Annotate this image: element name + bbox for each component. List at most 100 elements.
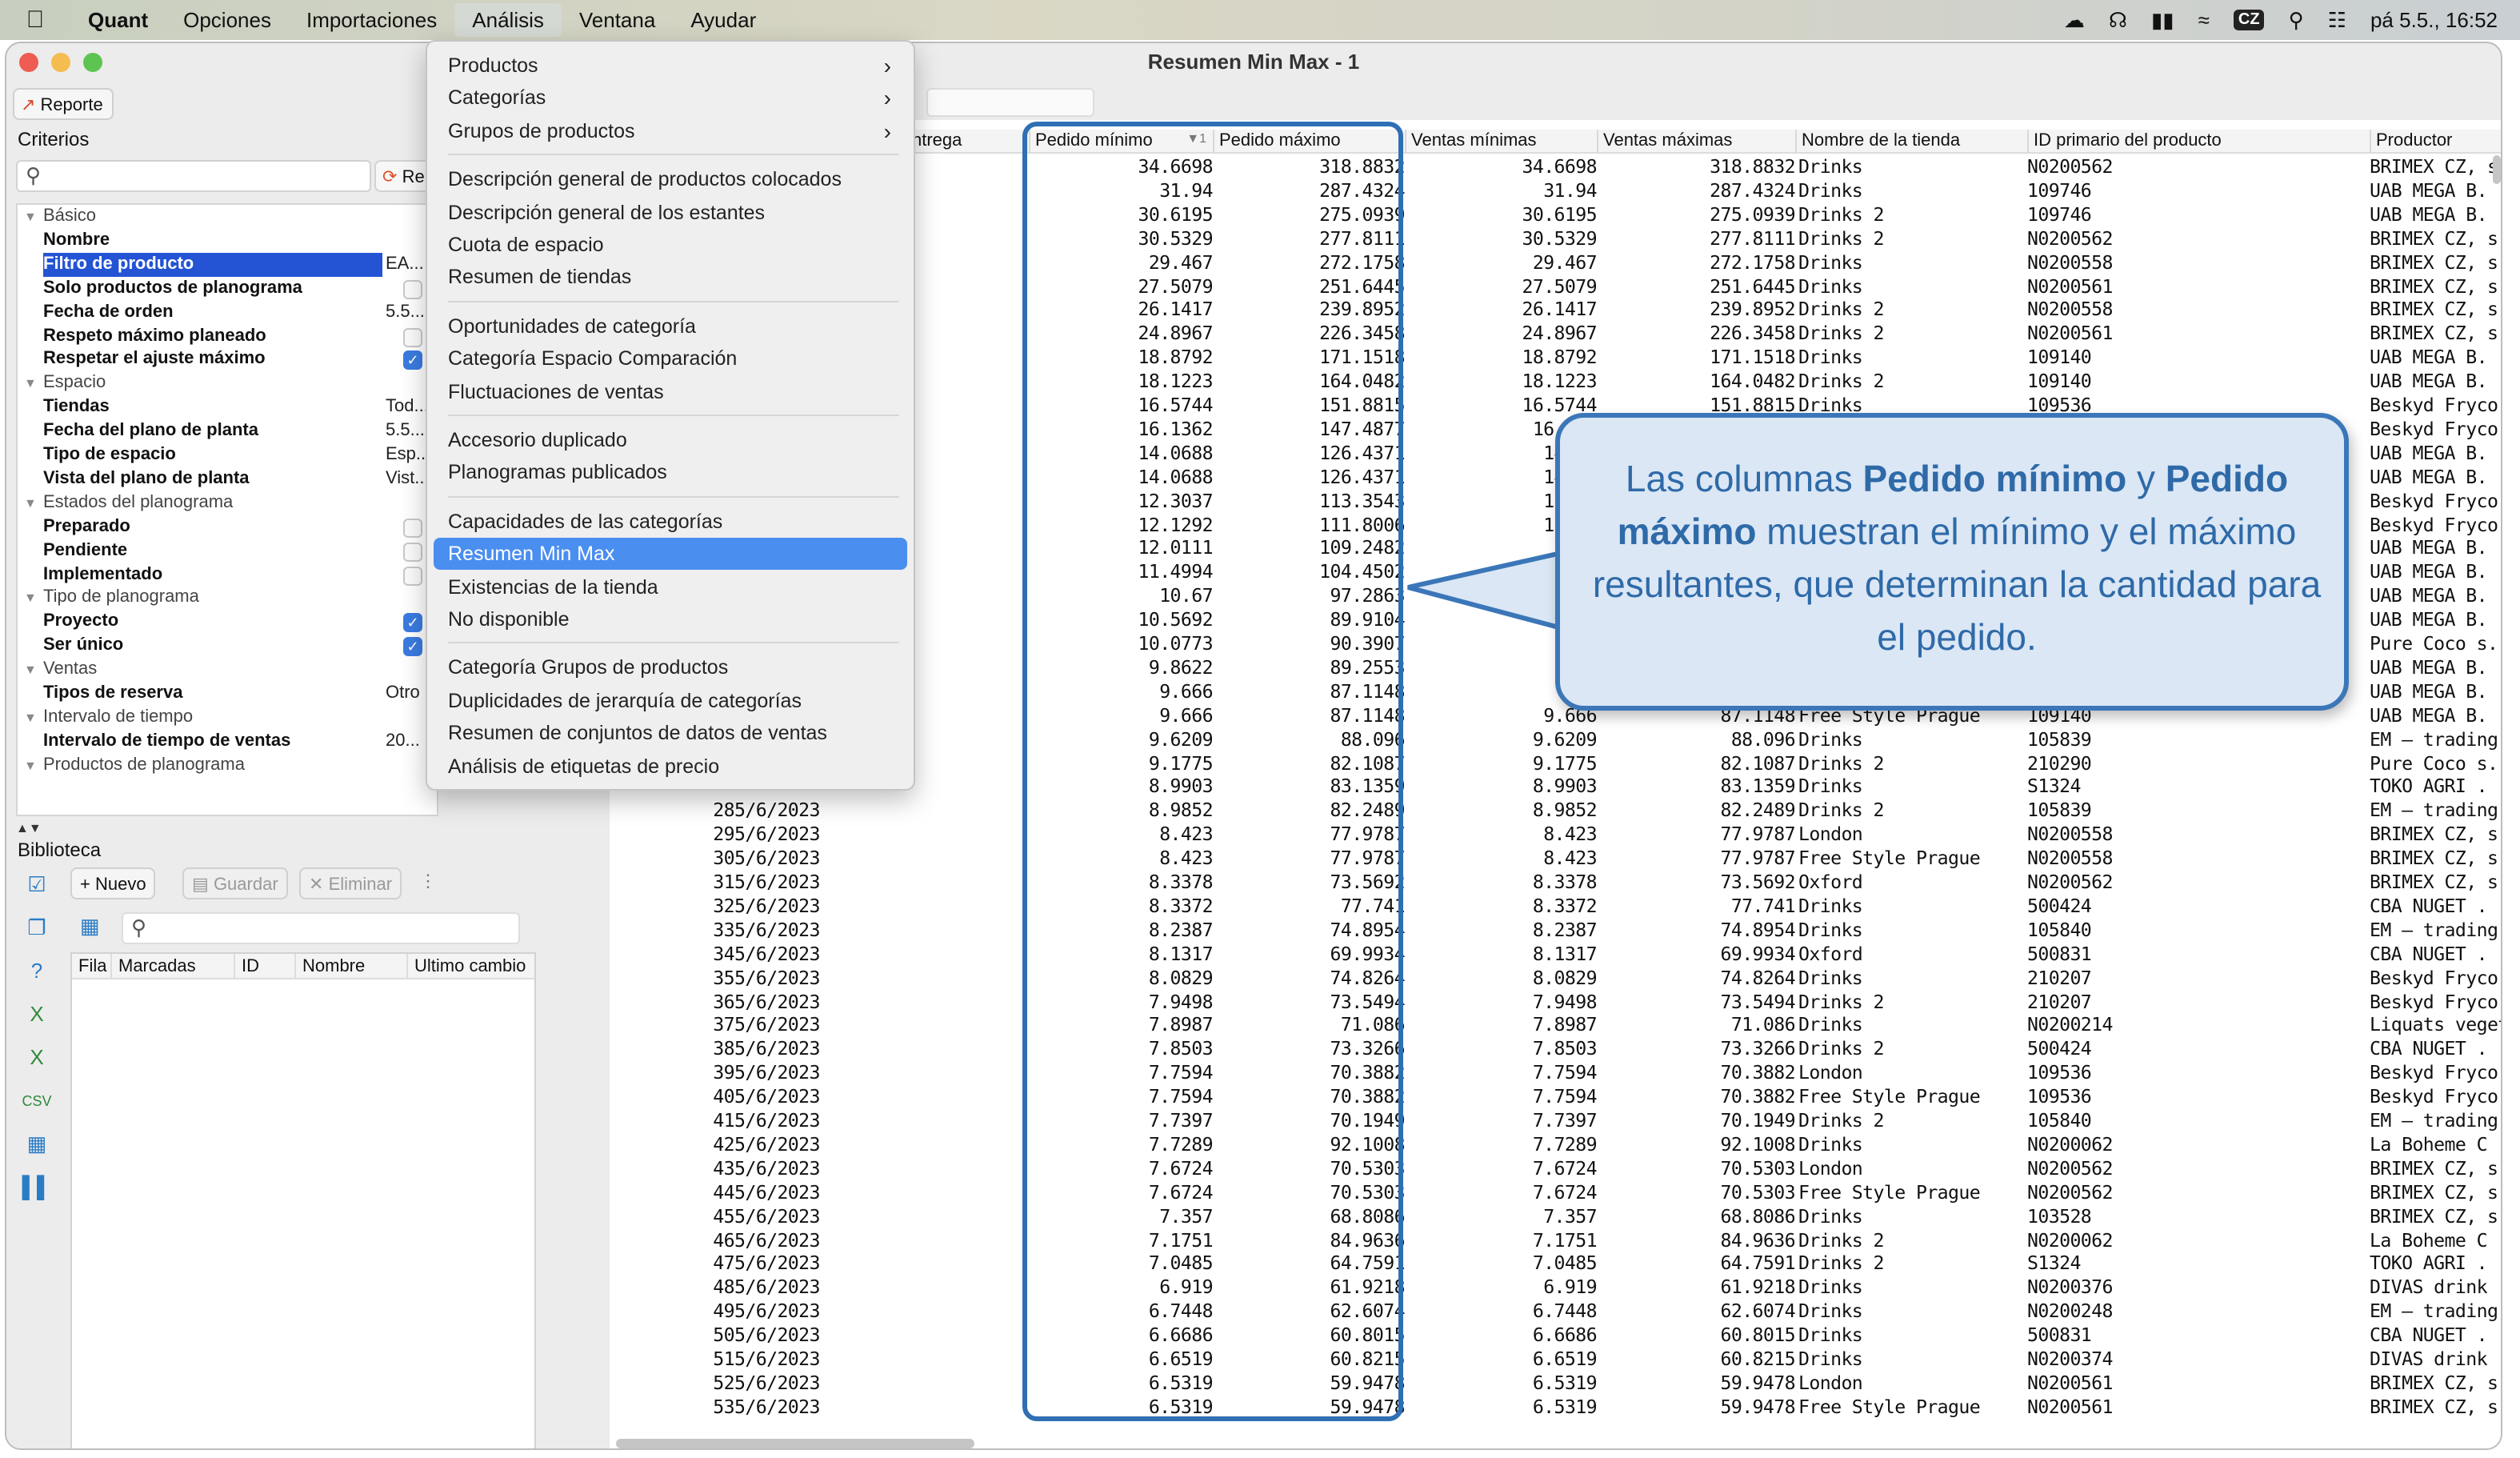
menu-item[interactable]: Descripción general de los estantes bbox=[434, 196, 907, 228]
control-center-icon[interactable]: ☷ bbox=[2328, 7, 2346, 33]
table-row[interactable]: 31 5/6/2023 8.3378 73.5692 8.3378 73.5692 Oxfo… bbox=[610, 871, 2501, 895]
checklist-icon[interactable]: ☑ bbox=[21, 869, 53, 901]
menu-item[interactable]: Duplicidades de jerarquía de categorías bbox=[434, 685, 907, 717]
criteria-group[interactable]: ▼ Productos de planograma bbox=[18, 753, 437, 777]
minimize-window-button[interactable] bbox=[51, 53, 70, 72]
menu-item[interactable]: Oportunidades de categoría bbox=[434, 310, 907, 342]
disclosure-chevron-icon[interactable]: ▼ bbox=[24, 372, 37, 396]
copy-icon[interactable]: ❐ bbox=[21, 912, 53, 944]
criteria-item[interactable]: Fecha del plano de planta 5.5.... bbox=[18, 419, 437, 443]
column-header[interactable]: ID primario del producto bbox=[2027, 130, 2370, 154]
column-header[interactable]: Nombre de la tienda bbox=[1795, 130, 2027, 154]
cloud-icon[interactable]: ☁ bbox=[2064, 7, 2085, 33]
new-button[interactable]: + Nuevo bbox=[70, 867, 156, 899]
menu-ayudar[interactable]: Ayudar bbox=[673, 0, 774, 40]
criteria-item[interactable]: Respetar el ajuste máximo ✓ bbox=[18, 348, 437, 372]
criteria-checkbox[interactable]: ✓ bbox=[403, 637, 422, 657]
library-col-fila[interactable]: Fila bbox=[72, 954, 106, 979]
library-col-id[interactable]: ID bbox=[234, 954, 259, 979]
table-row[interactable]: 48 5/6/2023 6.919 61.9218 6.919 61.9218 Drinks… bbox=[610, 1276, 2501, 1300]
zoom-window-button[interactable] bbox=[83, 53, 102, 72]
column-header[interactable]: Productor bbox=[2370, 130, 2501, 154]
menu-item[interactable]: Resumen de conjuntos de datos de ventas bbox=[434, 717, 907, 749]
column-header[interactable]: Ventas mínimas bbox=[1405, 130, 1597, 154]
criteria-item[interactable]: Vista del plano de planta Vist... bbox=[18, 467, 437, 491]
more-options-icon[interactable]: ⋮ bbox=[419, 871, 437, 891]
table-row[interactable]: 46 5/6/2023 7.1751 84.9636 7.1751 84.9636 Drin… bbox=[610, 1228, 2501, 1252]
menu-item[interactable]: Productos › bbox=[434, 50, 907, 82]
menu-item[interactable]: Capacidades de las categorías bbox=[434, 506, 907, 538]
table-row[interactable]: 44 5/6/2023 7.6724 70.5303 7.6724 70.5303 Free… bbox=[610, 1180, 2501, 1204]
wifi-icon[interactable]: ≈ bbox=[2198, 8, 2210, 32]
menu-item[interactable]: Cuota de espacio bbox=[434, 229, 907, 261]
column-header[interactable]: Pedido mínimo ▼1 bbox=[1029, 130, 1213, 154]
criteria-group[interactable]: ▼ Básico bbox=[18, 205, 437, 229]
criteria-group[interactable]: ▼ Intervalo de tiempo bbox=[18, 706, 437, 730]
criteria-checkbox[interactable] bbox=[403, 518, 422, 538]
disclosure-chevron-icon[interactable]: ▼ bbox=[24, 753, 37, 777]
table-row[interactable]: 32 5/6/2023 8.3372 77.741 8.3372 77.741 Drinks… bbox=[610, 895, 2501, 919]
apple-icon[interactable]:  bbox=[0, 6, 70, 34]
column-header[interactable]: Pedido máximo bbox=[1213, 130, 1405, 154]
criteria-item[interactable]: Tipo de espacio Esp... bbox=[18, 443, 437, 467]
criteria-item[interactable]: Respeto máximo planeado bbox=[18, 324, 437, 348]
table-row[interactable]: 40 5/6/2023 7.7594 70.3882 7.7594 70.3882 Free… bbox=[610, 1085, 2501, 1109]
library-col-marcadas[interactable]: Marcadas bbox=[110, 954, 196, 979]
criteria-item[interactable]: Solo productos de planograma bbox=[18, 276, 437, 300]
table-row[interactable]: 50 5/6/2023 6.6686 60.8015 6.6686 60.8015 Drin… bbox=[610, 1324, 2501, 1348]
table-row[interactable]: 39 5/6/2023 7.7594 70.3882 7.7594 70.3882 Lond… bbox=[610, 1061, 2501, 1085]
menu-item[interactable]: No disponible bbox=[434, 603, 907, 635]
menu-item[interactable]: Planogramas publicados bbox=[434, 457, 907, 489]
column-header[interactable]: ntrega bbox=[906, 130, 1029, 154]
criteria-item[interactable]: Proyecto ✓ bbox=[18, 611, 437, 635]
table-row[interactable]: 29 5/6/2023 8.423 77.9787 8.423 77.9787 London… bbox=[610, 823, 2501, 847]
table-row[interactable]: 49 5/6/2023 6.7448 62.6074 6.7448 62.6074 Drin… bbox=[610, 1300, 2501, 1324]
table-row[interactable]: 34 5/6/2023 8.1317 69.9934 8.1317 69.9934 Oxfo… bbox=[610, 942, 2501, 966]
table-export-icon[interactable]: ▦ bbox=[21, 1128, 53, 1160]
headphones-icon[interactable]: ☊ bbox=[2109, 7, 2127, 33]
close-window-button[interactable] bbox=[19, 53, 38, 72]
table-row[interactable]: 43 5/6/2023 7.6724 70.5303 7.6724 70.5303 Lond… bbox=[610, 1157, 2501, 1181]
criteria-group[interactable]: ▼ Estados del planograma bbox=[18, 491, 437, 515]
results-horizontal-scrollbar[interactable] bbox=[616, 1439, 974, 1448]
criteria-item[interactable]: Implementado bbox=[18, 563, 437, 587]
menu-item[interactable]: Categoría Grupos de productos bbox=[434, 652, 907, 684]
menubar-clock[interactable]: pá 5.5., 16:52 bbox=[2370, 8, 2498, 32]
column-header[interactable]: Ventas máximas bbox=[1597, 130, 1795, 154]
table-row[interactable]: 51 5/6/2023 6.6519 60.8215 6.6519 60.8215 Drin… bbox=[610, 1348, 2501, 1372]
battery-icon[interactable]: ▮▮ bbox=[2151, 7, 2174, 33]
library-col-nombre[interactable]: Nombre bbox=[294, 954, 365, 979]
menu-item[interactable]: Grupos de productos › bbox=[434, 115, 907, 147]
table-row[interactable]: 30 5/6/2023 8.423 77.9787 8.423 77.9787 Free S… bbox=[610, 847, 2501, 871]
menu-item[interactable]: Resumen Min Max bbox=[434, 538, 907, 571]
criteria-group[interactable]: ▼ Tipo de planograma bbox=[18, 587, 437, 611]
panel-splitter-icon[interactable]: ▲▼ bbox=[16, 821, 42, 835]
excel-export-icon[interactable]: X bbox=[21, 999, 53, 1031]
toolbar-search-input[interactable] bbox=[926, 88, 1094, 117]
criteria-item[interactable]: Preparado bbox=[18, 515, 437, 539]
help-doc-icon[interactable]: ? bbox=[21, 955, 53, 987]
table-row[interactable]: 28 5/6/2023 8.9852 82.2489 8.9852 82.2489 Drin… bbox=[610, 799, 2501, 823]
criteria-checkbox[interactable] bbox=[403, 566, 422, 585]
menu-item[interactable]: Categorías › bbox=[434, 82, 907, 114]
criteria-item[interactable]: Ser único ✓ bbox=[18, 634, 437, 658]
table-row[interactable]: 33 5/6/2023 8.2387 74.8954 8.2387 74.8954 Drin… bbox=[610, 919, 2501, 943]
table-row[interactable]: 41 5/6/2023 7.7397 70.1949 7.7397 70.1949 Drin… bbox=[610, 1109, 2501, 1133]
table-row[interactable]: 53 5/6/2023 6.5319 59.9478 6.5319 59.9478 Free… bbox=[610, 1396, 2501, 1420]
table-row[interactable]: 38 5/6/2023 7.8503 73.3266 7.8503 73.3266 Drin… bbox=[610, 1038, 2501, 1062]
bar-chart-icon[interactable]: ▌▌ bbox=[21, 1172, 53, 1204]
menu-item[interactable]: Existencias de la tienda bbox=[434, 571, 907, 603]
table-row[interactable]: 47 5/6/2023 7.0485 64.7591 7.0485 64.7591 Drin… bbox=[610, 1252, 2501, 1276]
criteria-checkbox[interactable] bbox=[403, 327, 422, 346]
criteria-search-input[interactable]: ⚲ bbox=[16, 160, 371, 192]
table-row[interactable]: 36 5/6/2023 7.9498 73.5494 7.9498 73.5494 Drin… bbox=[610, 990, 2501, 1014]
menu-item[interactable]: Categoría Espacio Comparación bbox=[434, 342, 907, 375]
disclosure-chevron-icon[interactable]: ▼ bbox=[24, 587, 37, 611]
criteria-item[interactable]: Pendiente bbox=[18, 539, 437, 563]
criteria-group[interactable]: ▼ Ventas bbox=[18, 658, 437, 682]
delete-button[interactable]: ✕ Eliminar bbox=[299, 867, 402, 899]
library-search-input[interactable]: ⚲ bbox=[122, 912, 520, 944]
criteria-item[interactable]: Tiendas Tod... bbox=[18, 395, 437, 419]
grid-view-icon[interactable]: ▦ bbox=[80, 914, 100, 939]
disclosure-chevron-icon[interactable]: ▼ bbox=[24, 491, 37, 515]
